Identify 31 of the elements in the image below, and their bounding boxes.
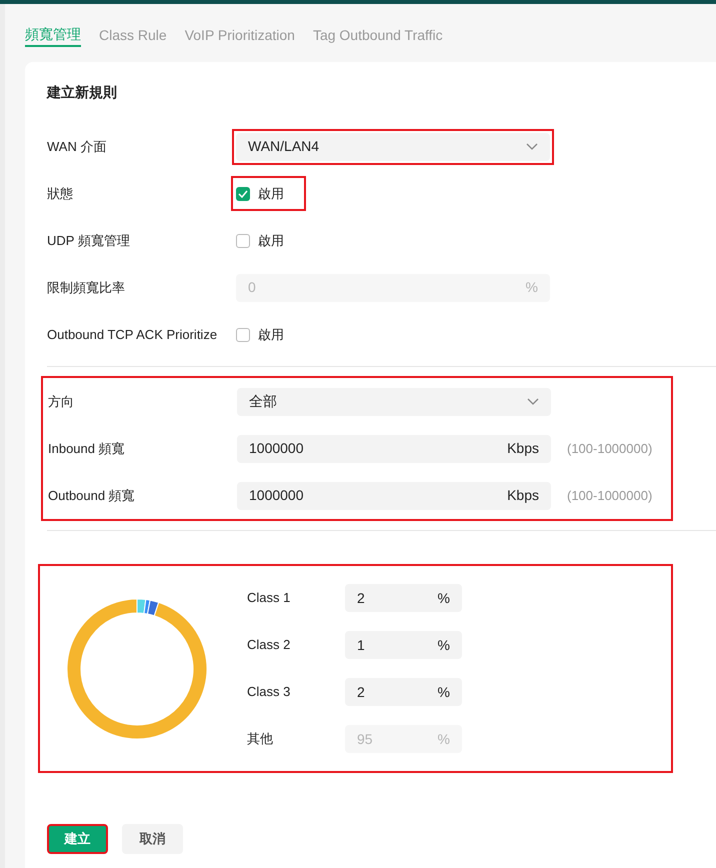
class-label: Class 2 (247, 636, 292, 654)
field-label: 限制頻寬比率 (47, 278, 126, 297)
class-label: Class 1 (247, 589, 292, 608)
range-hint: (100-1000000) (567, 440, 652, 458)
field-label: Outbound 頻寬 (48, 486, 136, 505)
checkbox[interactable] (236, 328, 250, 342)
input-field[interactable]: 1000000 Kbps (237, 434, 551, 462)
class-label: 其他 (247, 730, 274, 748)
checkbox-label: 啟用 (258, 326, 284, 344)
dropdown[interactable]: 全部 (237, 388, 551, 416)
range-hint: (100-1000000) (567, 486, 652, 505)
input-field[interactable]: 2 % (345, 678, 462, 706)
field-label: WAN 介面 (47, 138, 108, 156)
field-label: UDP 頻寬管理 (47, 232, 131, 250)
field-label: Inbound 頻寬 (48, 440, 126, 458)
form-title: 建立新規則 (47, 83, 118, 102)
class-label: Class 3 (247, 683, 292, 702)
cancel-button[interactable]: 取消 (122, 824, 183, 854)
chevron-down-icon (526, 142, 538, 150)
chevron-down-icon (527, 398, 539, 406)
input-field[interactable]: 2 % (345, 584, 462, 612)
field-label: 方向 (48, 392, 75, 411)
dropdown[interactable]: WAN/LAN4 (236, 132, 550, 160)
checkbox[interactable] (236, 186, 250, 200)
checkbox[interactable] (236, 234, 250, 248)
field-label: Outbound TCP ACK Prioritize (47, 326, 218, 344)
input-field[interactable]: 1 % (345, 631, 462, 659)
input-field[interactable]: 1000000 Kbps (237, 482, 551, 510)
checkbox-label: 啟用 (258, 232, 284, 250)
field-label: 狀態 (47, 184, 74, 203)
checkbox-label: 啟用 (258, 184, 284, 203)
